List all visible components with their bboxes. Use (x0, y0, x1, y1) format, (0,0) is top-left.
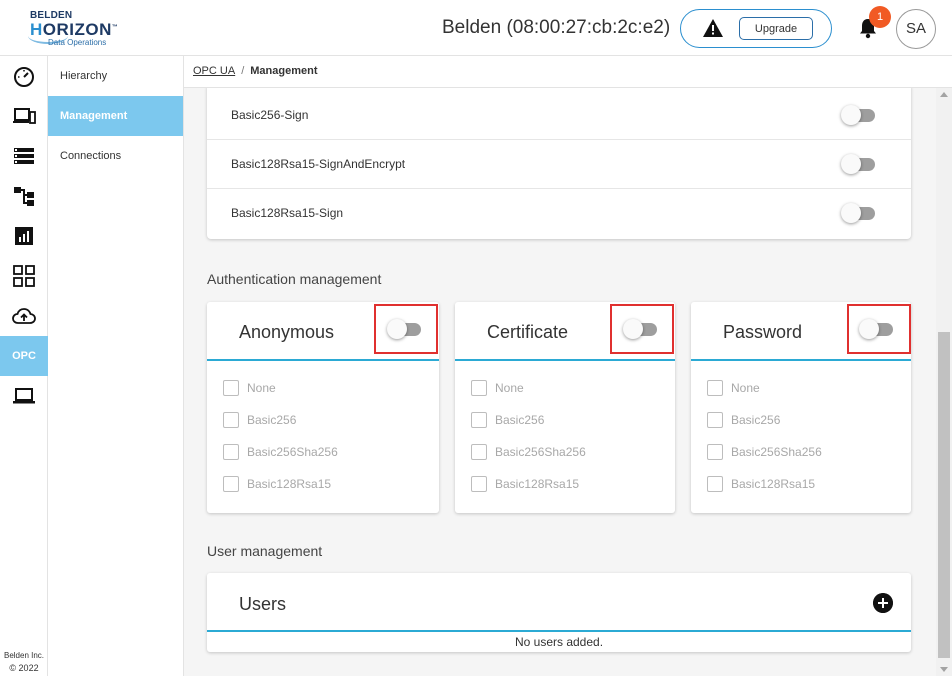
nav-cloud-upload[interactable] (0, 296, 48, 336)
belden-horizon-logo[interactable]: BELDEN HORIZON™ Data Operations (28, 10, 118, 48)
opc-icon: OPC (12, 350, 36, 362)
warning-icon (703, 19, 723, 37)
main-content[interactable]: Basic256-Sign Basic128Rsa15-SignAndEncry… (184, 88, 936, 676)
auth-card-header: Certificate (455, 302, 675, 361)
laptop-icon (13, 388, 35, 404)
anonymous-toggle[interactable] (387, 319, 421, 339)
auth-card-title: Password (723, 322, 803, 342)
breadcrumb-opc-ua-link[interactable]: OPC UA (193, 65, 235, 77)
policy-label: Basic128Rsa15-Sign (231, 206, 344, 220)
checkbox[interactable] (707, 412, 723, 428)
auth-card-title: Anonymous (239, 322, 335, 342)
chart-icon (15, 227, 33, 245)
opc-submenu: Hierarchy Management Connections (48, 56, 184, 676)
hierarchy-icon (14, 187, 34, 206)
auth-card-password: Password None Basic256 Basic256Sha256 Ba… (691, 302, 911, 513)
submenu-item-management[interactable]: Management (48, 96, 183, 136)
checkbox[interactable] (707, 476, 723, 492)
list-icon (14, 148, 34, 164)
empty-users-message: No users added. (514, 635, 604, 649)
apps-icon (13, 265, 35, 287)
nav-opc[interactable]: OPC (0, 336, 48, 376)
checkbox[interactable] (471, 444, 487, 460)
policy-label: Basic256-Sign (231, 108, 309, 122)
checkbox[interactable] (471, 380, 487, 396)
device-title: Belden (08:00:27:cb:2c:e2) (442, 17, 671, 38)
nav-laptop[interactable] (0, 376, 48, 416)
upgrade-button[interactable]: Upgrade (739, 17, 813, 40)
breadcrumb-current: Management (250, 65, 318, 77)
breadcrumb-separator: / (241, 65, 245, 77)
policy-toggle[interactable] (841, 154, 875, 174)
devices-icon (13, 108, 36, 124)
auth-card-anonymous: Anonymous None Basic256 Basic256Sha256 B… (207, 302, 439, 513)
breadcrumb: OPC UA / Management (184, 56, 952, 88)
auth-card-header: Password (691, 302, 911, 361)
policy-row: Basic128Rsa15-Sign (207, 189, 911, 238)
policy-label: Basic128Rsa15-SignAndEncrypt (231, 157, 406, 171)
checkbox[interactable] (223, 476, 239, 492)
cloud-upload-icon (12, 308, 36, 324)
notification-badge: 1 (869, 6, 891, 28)
copyright: Belden Inc. © 2022 (3, 651, 45, 673)
checkbox[interactable] (707, 380, 723, 396)
policy-row: Basic128Rsa15-SignAndEncrypt (207, 140, 911, 189)
checkbox[interactable] (471, 476, 487, 492)
nav-apps[interactable] (0, 256, 48, 296)
upgrade-banner: Upgrade (680, 9, 832, 48)
auth-card-certificate: Certificate None Basic256 Basic256Sha256… (455, 302, 675, 513)
nav-analytics[interactable] (0, 216, 48, 256)
checkbox[interactable] (223, 444, 239, 460)
security-policy-card: Basic256-Sign Basic128Rsa15-SignAndEncry… (207, 88, 911, 239)
nav-list[interactable] (0, 136, 48, 176)
dashboard-icon (14, 67, 34, 87)
checkbox[interactable] (223, 412, 239, 428)
top-header: BELDEN HORIZON™ Data Operations Belden (… (0, 0, 952, 56)
scroll-up-arrow-icon[interactable] (940, 92, 948, 97)
auth-card-header: Anonymous (207, 302, 439, 361)
nav-dashboard[interactable] (0, 56, 48, 96)
password-toggle[interactable] (859, 319, 893, 339)
nav-devices[interactable] (0, 96, 48, 136)
policy-toggle[interactable] (841, 203, 875, 223)
icon-rail: OPC Belden Inc. © 2022 (0, 56, 48, 676)
nav-hierarchy[interactable] (0, 176, 48, 216)
users-card-title: Users (239, 594, 287, 614)
logo-line2: HORIZON™ (30, 20, 119, 39)
policy-toggle[interactable] (841, 105, 875, 125)
auth-card-title: Certificate (487, 322, 569, 342)
avatar[interactable]: SA (896, 9, 936, 49)
scroll-down-arrow-icon[interactable] (940, 667, 948, 672)
checkbox[interactable] (707, 444, 723, 460)
policy-row: Basic256-Sign (207, 91, 911, 140)
auth-section-title: Authentication management (207, 271, 382, 287)
add-user-icon[interactable] (873, 593, 893, 613)
certificate-toggle[interactable] (623, 319, 657, 339)
users-card: Users No users added. (207, 573, 911, 652)
submenu-item-connections[interactable]: Connections (48, 136, 183, 176)
checkbox[interactable] (223, 380, 239, 396)
scroll-thumb[interactable] (938, 332, 950, 658)
scrollbar[interactable] (936, 88, 952, 676)
logo-line3: Data Operations (48, 38, 107, 47)
users-card-header: Users (207, 573, 911, 632)
user-section-title: User management (207, 543, 323, 559)
checkbox[interactable] (471, 412, 487, 428)
submenu-item-hierarchy[interactable]: Hierarchy (48, 56, 183, 96)
